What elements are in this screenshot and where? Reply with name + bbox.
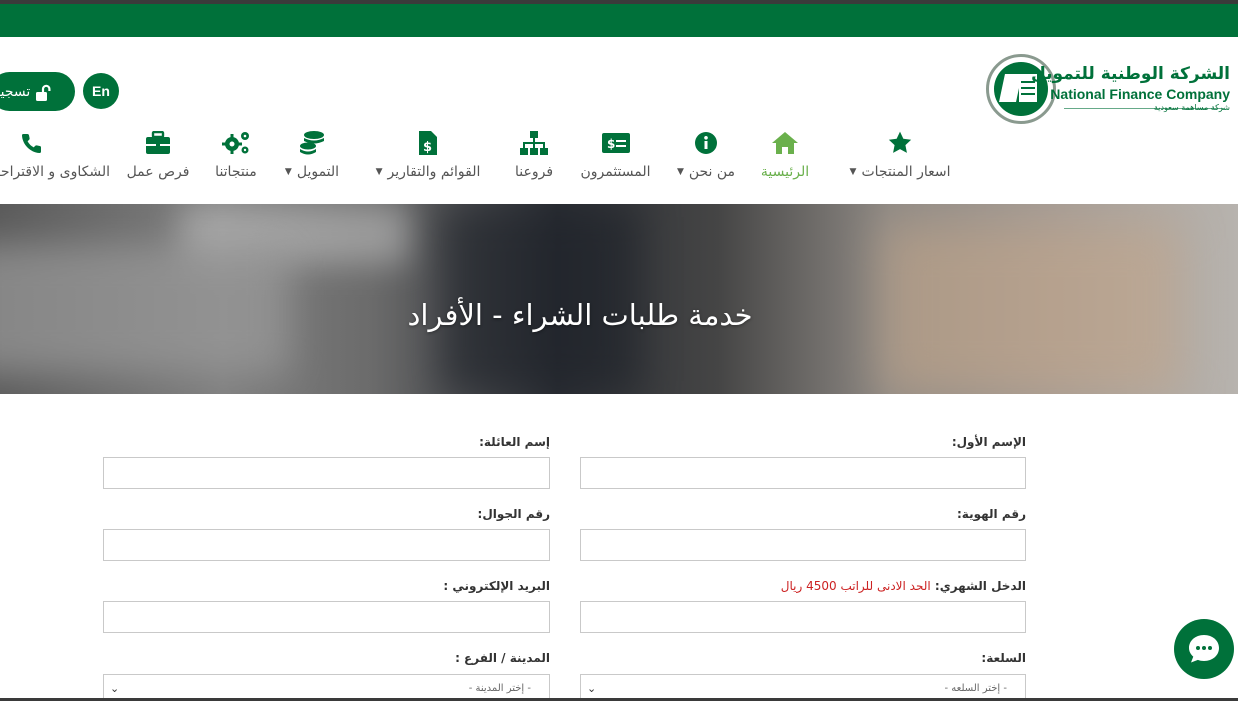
nav-item-product-prices[interactable]: اسعار المنتجات ▼ <box>845 128 955 184</box>
mobile-input[interactable] <box>103 529 550 561</box>
nav-item-complaints[interactable]: الشكاوى و الاقتراحات <box>0 128 110 184</box>
nav-item-reports[interactable]: $ القوائم والتقارير ▼ <box>360 128 496 184</box>
svg-text:$: $ <box>607 137 615 151</box>
cogs-icon <box>221 128 251 158</box>
income-label: الدخل الشهري: <box>934 579 1026 593</box>
logo-name-ar: الشركة الوطنية للتمويل <box>1030 64 1230 84</box>
info-icon <box>694 128 718 158</box>
sitemap-icon <box>519 128 549 158</box>
nav-label-complaints: الشكاوى و الاقتراحات <box>0 164 110 180</box>
chevron-down-icon: ▼ <box>375 167 383 177</box>
phone-icon <box>20 128 44 158</box>
login-button[interactable]: تسجيل <box>0 72 75 111</box>
nav-item-home[interactable]: الرئيسية <box>754 128 816 184</box>
income-label-row: الدخل الشهري: الحد الادنى للراتب 4500 ري… <box>781 579 1026 593</box>
nav-label-product-prices: اسعار المنتجات <box>861 164 951 180</box>
nav-label-reports: القوائم والتقارير <box>387 164 481 180</box>
chat-widget-button[interactable] <box>1174 619 1234 679</box>
nav-item-about[interactable]: من نحن ▼ <box>672 128 740 184</box>
commodity-select[interactable]: - إختر السلعه - ⌄ <box>580 674 1026 701</box>
income-min-note: الحد الادنى للراتب 4500 ريال <box>780 579 931 593</box>
id-number-label: رقم الهوية: <box>957 507 1026 521</box>
language-toggle-button[interactable]: En <box>83 73 119 109</box>
monthly-income-input[interactable] <box>580 601 1026 633</box>
nav-label-home: الرئيسية <box>760 164 810 180</box>
svg-text:$: $ <box>423 140 432 155</box>
page-title: خدمة طلبات الشراء - الأفراد <box>407 298 753 332</box>
nav-label-finance: التمويل <box>296 164 340 180</box>
login-label: تسجيل <box>0 83 31 100</box>
nav-label-products: منتجاتنا <box>215 164 257 180</box>
briefcase-icon <box>145 128 171 158</box>
unlock-icon <box>36 84 52 101</box>
nav-label-careers: فرص عمل <box>126 164 190 180</box>
nav-label-about: من نحن <box>688 164 736 180</box>
nav-item-careers[interactable]: فرص عمل <box>122 128 194 184</box>
family-name-input[interactable] <box>103 457 550 489</box>
chat-bubble-icon <box>1189 635 1219 663</box>
site-logo[interactable]: الشركة الوطنية للتمويل National Finance … <box>986 54 1234 126</box>
nav-label-investors: المستثمرون <box>580 164 651 180</box>
logo-name-en: National Finance Company <box>1050 86 1230 102</box>
first-name-label: الإسم الأول: <box>951 435 1026 449</box>
city-branch-select[interactable]: - إختر المدينة - ⌄ <box>103 674 550 701</box>
first-name-input[interactable] <box>580 457 1026 489</box>
city-select-value: - إختر المدينة - <box>468 682 531 694</box>
chevron-down-icon: ▼ <box>676 167 684 177</box>
top-bar <box>0 4 1238 37</box>
file-invoice-dollar-icon: $ <box>418 128 438 158</box>
id-number-input[interactable] <box>580 529 1026 561</box>
hero-banner: خدمة طلبات الشراء - الأفراد <box>0 204 1238 394</box>
nav-item-investors[interactable]: $ المستثمرون <box>572 128 659 184</box>
nav-label-branches: فروعنا <box>514 164 554 180</box>
logo-subtitle: شركة مساهمة سعودية <box>1153 103 1230 112</box>
nav-item-branches[interactable]: فروعنا <box>510 128 558 184</box>
family-name-label: إسم العائلة: <box>479 435 550 449</box>
email-input[interactable] <box>103 601 550 633</box>
nav-item-finance[interactable]: التمويل ▼ <box>275 128 349 184</box>
email-label: البريد الإلكتروني : <box>443 579 550 593</box>
commodity-select-value: - إختر السلعه - <box>944 682 1008 694</box>
commodity-label: السلعة: <box>981 651 1026 665</box>
chevron-down-icon: ▼ <box>284 167 292 177</box>
nav-item-products[interactable]: منتجاتنا <box>208 128 264 184</box>
chevron-down-icon: ▼ <box>849 167 857 177</box>
city-branch-label: المدينة / الفرع : <box>455 651 550 665</box>
chevron-down-icon: ⌄ <box>587 681 597 695</box>
chevron-down-icon: ⌄ <box>110 681 120 695</box>
star-icon <box>887 128 913 158</box>
mobile-label: رقم الجوال: <box>477 507 550 521</box>
money-bill-icon: $ <box>601 128 631 158</box>
home-icon <box>771 128 799 158</box>
coins-icon <box>299 128 325 158</box>
